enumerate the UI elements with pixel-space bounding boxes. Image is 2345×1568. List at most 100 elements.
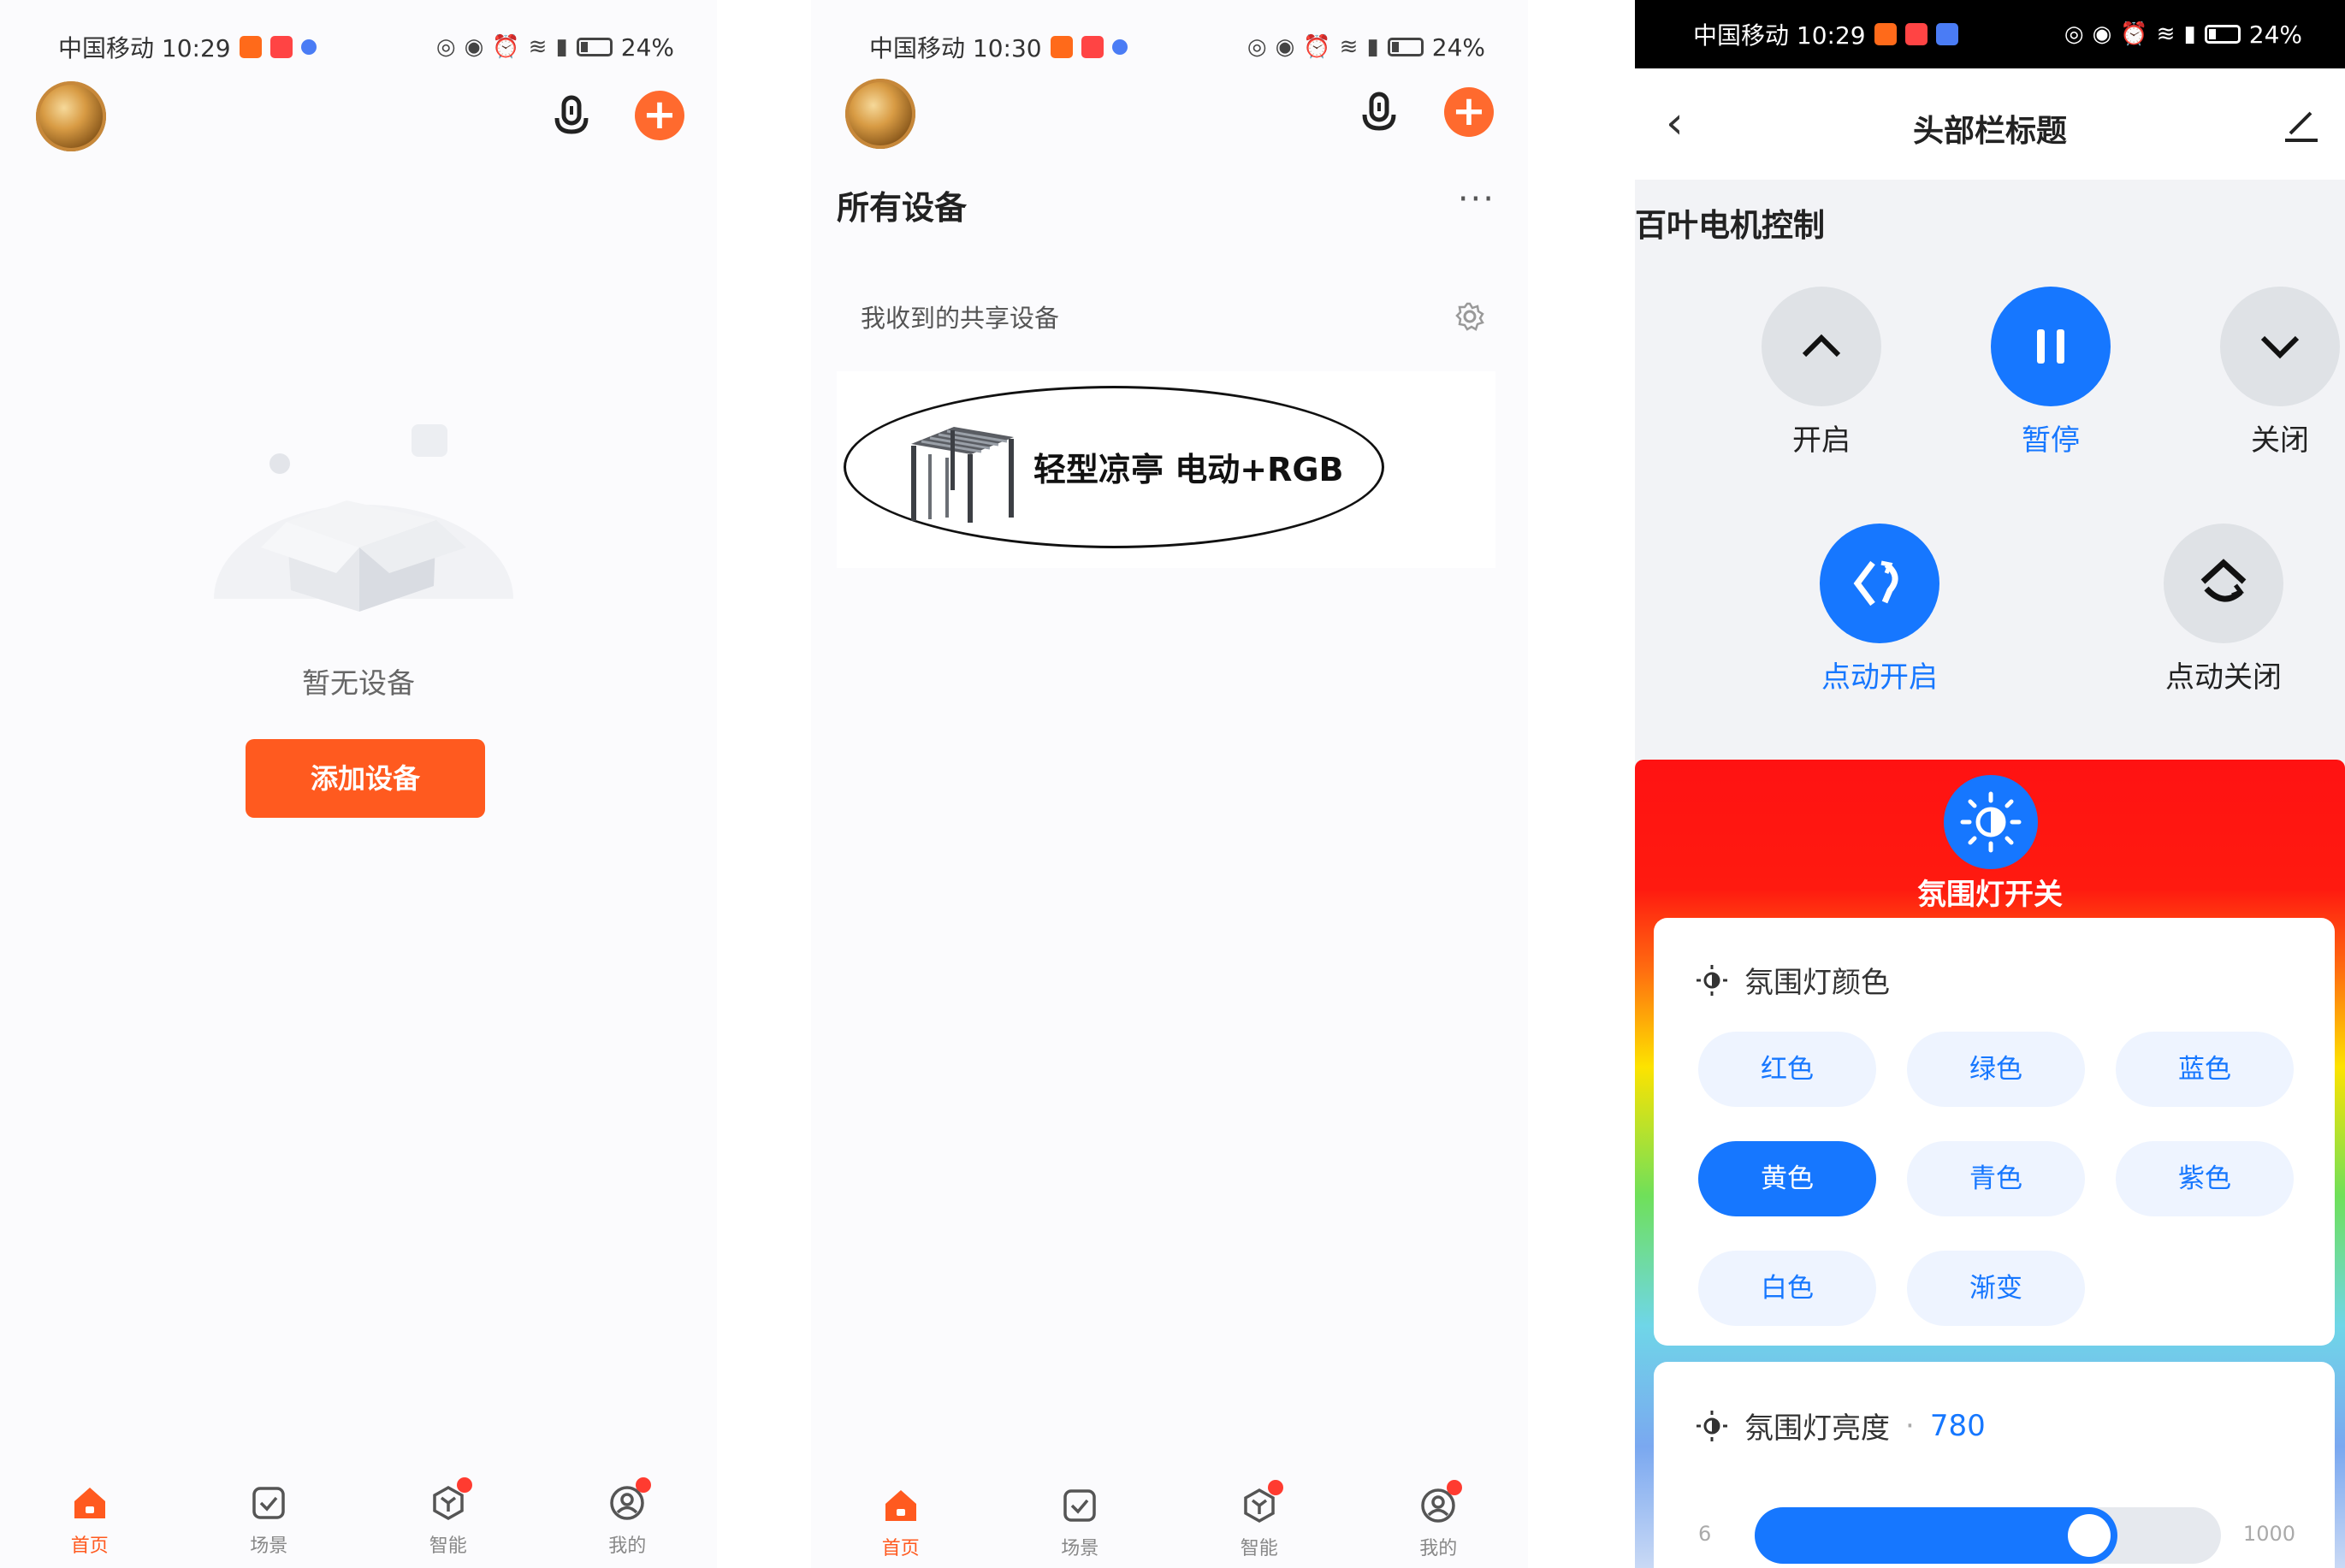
brightness-slider[interactable]	[1755, 1507, 2221, 1564]
status-bar: 中国移动 10:29 ◎ ◉ ⏰ ≋ ▮ 24%	[0, 0, 717, 94]
battery-icon	[2204, 25, 2241, 44]
signal-icon: ▮	[555, 34, 568, 60]
color-chip-cyan[interactable]: 青色	[1907, 1141, 2085, 1216]
device-card[interactable]: 轻型凉亭 电动+RGB	[837, 371, 1495, 568]
battery-percent: 24%	[2248, 20, 2302, 49]
brightness-title: 氛围灯亮度	[1744, 1411, 1890, 1446]
nav-label: 我的	[1419, 1538, 1458, 1559]
nav-label: 首页	[881, 1538, 920, 1559]
shared-devices-label: 我收到的共享设备	[861, 304, 1060, 333]
badge-dot	[1447, 1480, 1463, 1495]
add-icon[interactable]: +	[635, 91, 684, 140]
carrier-time: 中国移动 10:29	[58, 34, 231, 62]
sun-icon	[1697, 964, 1727, 996]
nav-label: 智能	[1240, 1538, 1278, 1559]
nav-label: 首页	[70, 1535, 109, 1557]
color-chip-red[interactable]: 红色	[1698, 1032, 1876, 1107]
motor-section-title: 百叶电机控制	[1635, 207, 1825, 244]
page-title: 所有设备	[837, 189, 968, 227]
badge-dot	[636, 1477, 652, 1493]
jog-open-button[interactable]: 点动开启	[1807, 524, 1952, 695]
eye-icon: ◉	[464, 34, 484, 60]
header-bar: ‹ 头部栏标题	[1635, 68, 2345, 180]
notification-icon	[1935, 23, 1958, 45]
nav-item-scene[interactable]: 场景	[217, 1476, 320, 1558]
jog-close-button[interactable]: 点动关闭	[2151, 524, 2296, 695]
wifi-icon: ≋	[2156, 21, 2176, 47]
edit-icon[interactable]	[2280, 103, 2323, 145]
jog-open-label: 点动开启	[1821, 660, 1938, 695]
device-control-screen: 中国移动 10:29 ◎ ◉ ⏰ ≋ ▮ 24% ‹ 头部栏标题 百叶电机控制 …	[1635, 0, 2345, 1568]
avatar[interactable]	[845, 79, 915, 149]
badge-dot	[1267, 1480, 1283, 1495]
color-chip-gradient[interactable]: 渐变	[1907, 1251, 2085, 1326]
battery-icon	[1387, 38, 1424, 56]
ambient-light-panel: 氛围灯开关 氛围灯颜色 红色 绿色 蓝色 黄色 青色 紫色 白色 渐变 氛围灯亮…	[1635, 760, 2345, 1568]
home-icon	[74, 1488, 105, 1518]
all-devices-screen: 中国移动 10:30 ◎ ◉ ⏰ ≋ ▮ 24% + 所有设备 ··· 我收到的…	[811, 0, 1528, 1568]
nav-item-me[interactable]: 我的	[1387, 1478, 1489, 1560]
add-device-button[interactable]: 添加设备	[246, 739, 485, 818]
notification-icon	[1081, 36, 1104, 58]
carrier-time: 中国移动 10:29	[1693, 21, 1866, 50]
ambient-switch[interactable]	[1944, 775, 2038, 869]
nav-item-smart[interactable]: 智能	[1208, 1478, 1311, 1560]
slider-min-label: 6	[1698, 1522, 1712, 1546]
color-chip-white[interactable]: 白色	[1698, 1251, 1876, 1326]
device-name: 轻型凉亭 电动+RGB	[1033, 451, 1344, 488]
bottom-nav: 首页 场景 智能 我的	[0, 1476, 717, 1568]
more-icon[interactable]: ···	[1458, 180, 1495, 219]
nav-label: 我的	[608, 1535, 647, 1557]
nav-item-smart[interactable]: 智能	[397, 1476, 500, 1558]
jog-close-icon	[2164, 524, 2283, 643]
pause-button[interactable]: 暂停	[1978, 287, 2123, 459]
gear-icon[interactable]	[1454, 301, 1485, 332]
home-icon	[885, 1490, 916, 1521]
pergola-thumbnail	[911, 427, 1014, 523]
notification-icon	[1111, 39, 1128, 55]
brightness-value: 780	[1929, 1408, 1986, 1443]
nav-label: 智能	[429, 1535, 467, 1557]
nav-label: 场景	[250, 1535, 288, 1557]
home-empty-screen: 中国移动 10:29 ◎ ◉ ⏰ ≋ ▮ 24% + 暂无设备 添加设备 首页 …	[0, 0, 717, 1568]
battery-icon	[576, 38, 613, 56]
header-title: 头部栏标题	[1912, 114, 2067, 149]
notification-icon	[300, 39, 317, 55]
notification-icon	[1904, 23, 1928, 45]
microphone-icon[interactable]	[548, 92, 595, 140]
nav-item-me[interactable]: 我的	[576, 1476, 678, 1558]
slider-fill	[1755, 1507, 2117, 1564]
signal-icon: ▮	[2183, 21, 2196, 47]
nfc-icon: ◎	[2064, 21, 2084, 47]
nav-item-home[interactable]: 首页	[850, 1478, 952, 1560]
badge-dot	[456, 1477, 472, 1493]
status-bar: 中国移动 10:29 ◎ ◉ ⏰ ≋ ▮ 24%	[1635, 0, 2345, 68]
wifi-icon: ≋	[1339, 34, 1359, 60]
close-button[interactable]: 关闭	[2207, 287, 2345, 459]
color-chip-blue[interactable]: 蓝色	[2116, 1032, 2294, 1107]
add-icon[interactable]: +	[1444, 87, 1494, 137]
avatar[interactable]	[36, 81, 106, 151]
nav-label: 场景	[1061, 1538, 1099, 1559]
notification-icon	[269, 36, 293, 58]
color-chip-green[interactable]: 绿色	[1907, 1032, 2085, 1107]
nav-item-scene[interactable]: 场景	[1028, 1478, 1131, 1560]
chevron-up-icon	[1762, 287, 1881, 406]
slider-max-label: 1000	[2242, 1522, 2295, 1546]
nav-item-home[interactable]: 首页	[38, 1476, 141, 1558]
battery-percent: 24%	[620, 33, 674, 62]
color-chip-purple[interactable]: 紫色	[2116, 1141, 2294, 1216]
wifi-icon: ≋	[528, 34, 548, 60]
shared-devices-row[interactable]: 我收到的共享设备	[837, 282, 1502, 351]
battery-percent: 24%	[1431, 33, 1485, 62]
microphone-icon[interactable]	[1355, 89, 1403, 137]
alarm-icon: ⏰	[492, 34, 520, 60]
slider-thumb[interactable]	[2068, 1514, 2111, 1557]
color-chip-yellow[interactable]: 黄色	[1698, 1141, 1876, 1216]
color-section-title: 氛围灯颜色	[1744, 966, 1890, 1000]
chevron-down-icon	[2220, 287, 2340, 406]
brightness-card: 氛围灯亮度 · 780 6 1000	[1654, 1362, 2335, 1568]
alarm-icon: ⏰	[2120, 21, 2148, 47]
pause-icon	[1991, 287, 2111, 406]
open-button[interactable]: 开启	[1749, 287, 1894, 459]
